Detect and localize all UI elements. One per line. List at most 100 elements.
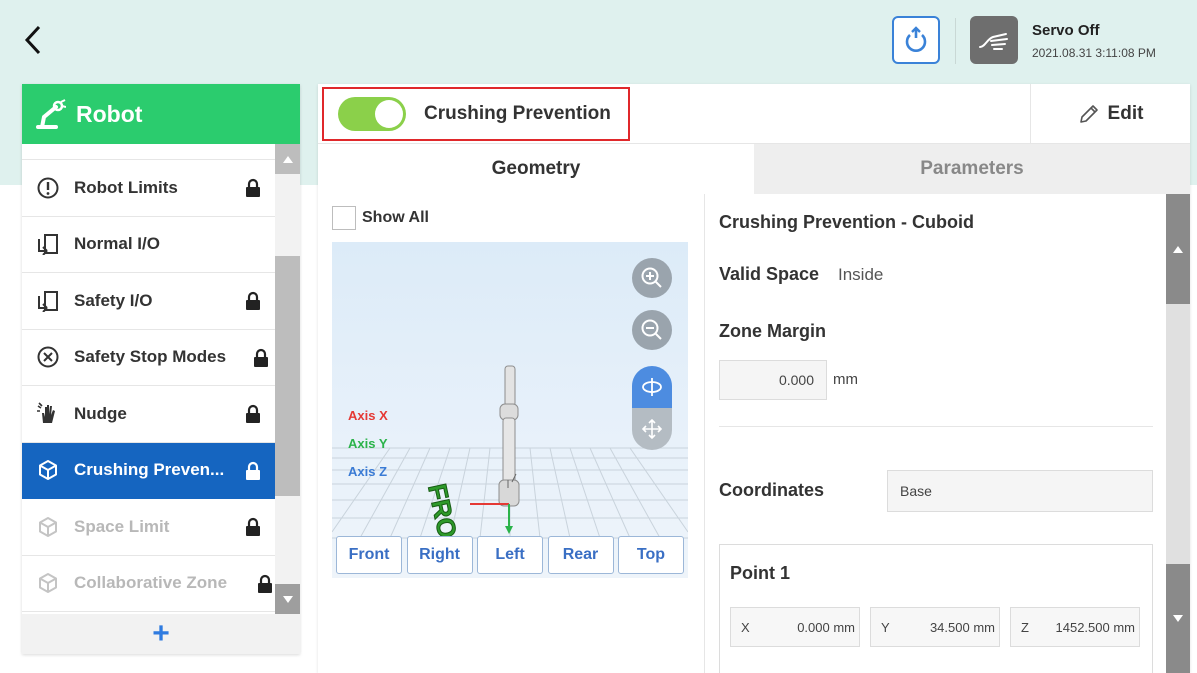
view-button-bar: Front Right Left Rear Top xyxy=(332,536,688,578)
refresh-icon xyxy=(905,26,927,52)
back-button[interactable] xyxy=(18,22,48,58)
point-card: Point 1 X 0.000 mm Y 34.500 mm Z 1452.50… xyxy=(719,544,1153,673)
arrow-up-icon xyxy=(282,155,293,163)
point-x-field[interactable]: X 0.000 mm xyxy=(730,607,860,647)
view-top-button[interactable]: Top xyxy=(618,536,684,574)
refresh-button[interactable] xyxy=(892,16,940,64)
stop-circle-icon xyxy=(36,345,60,369)
show-all-checkbox[interactable] xyxy=(332,206,356,230)
tab-geometry[interactable]: Geometry xyxy=(318,144,754,194)
feature-toggle-row: Crushing Prevention xyxy=(322,87,630,141)
cube-icon xyxy=(36,571,60,595)
sidebar-item-label: Safety Stop Modes xyxy=(74,347,227,367)
add-button[interactable]: + xyxy=(22,614,300,654)
scroll-down-button[interactable] xyxy=(1166,564,1190,673)
zone-title: Crushing Prevention - Cuboid xyxy=(719,212,974,232)
scroll-down-button[interactable] xyxy=(275,584,300,614)
arrow-up-icon xyxy=(1173,245,1183,253)
feature-toggle[interactable] xyxy=(338,97,406,131)
tab-parameters[interactable]: Parameters xyxy=(754,144,1190,194)
point-x-label: X xyxy=(741,620,750,635)
sidebar-item-nudge[interactable]: Nudge xyxy=(22,386,275,443)
sidebar-title: Robot xyxy=(76,100,143,127)
edit-label: Edit xyxy=(1107,103,1144,124)
sidebar-item-label: Space Limit xyxy=(74,516,170,536)
toolbar-divider xyxy=(955,18,956,64)
list-item xyxy=(22,144,275,160)
view-right-button[interactable]: Right xyxy=(406,536,473,574)
cube-icon xyxy=(36,515,60,539)
zone-margin-label: Zone Margin xyxy=(719,321,826,341)
valid-space-label: Valid Space xyxy=(719,264,820,284)
sidebar-item-safety-stop-modes[interactable]: Safety Stop Modes xyxy=(22,330,275,386)
robot-arm xyxy=(498,365,520,507)
show-all-label: Show All xyxy=(362,209,429,226)
rotate-mode-button[interactable] xyxy=(632,366,672,408)
coordinates-label: Coordinates xyxy=(719,480,825,500)
point-y-value: 34.500 mm xyxy=(929,620,995,635)
hand-icon xyxy=(36,402,60,426)
lock-icon xyxy=(254,348,268,367)
status-timestamp: 2021.08.31 3:11:08 PM xyxy=(1032,46,1156,60)
arrow-down-icon xyxy=(1173,615,1183,622)
sidebar-item-label: Crushing Preven... xyxy=(74,460,225,480)
zone-margin-field[interactable]: 0.000 xyxy=(719,360,827,400)
servo-button[interactable] xyxy=(970,16,1018,64)
sidebar-scrollbar[interactable] xyxy=(275,144,300,614)
rotate-icon xyxy=(642,378,662,396)
point-z-label: Z xyxy=(1021,620,1029,635)
pencil-icon xyxy=(1079,105,1098,123)
sidebar: Robot Robot Limits Normal I/O Safety I/O… xyxy=(22,84,300,654)
main-header: Crushing Prevention Edit xyxy=(318,84,1190,144)
io-icon xyxy=(36,289,60,313)
coordinates-select[interactable]: Base xyxy=(887,470,1153,512)
sidebar-item-label: Normal I/O xyxy=(74,234,160,254)
view-rear-button[interactable]: Rear xyxy=(547,536,614,574)
point-z-field[interactable]: Z 1452.500 mm xyxy=(1010,607,1140,647)
sidebar-item-label: Collaborative Zone xyxy=(74,573,228,593)
lock-icon xyxy=(246,461,260,480)
3d-viewport[interactable]: FRONT Axis X Axis Y Axis Z xyxy=(332,242,688,578)
sidebar-item-normal-io[interactable]: Normal I/O xyxy=(22,217,275,273)
scroll-up-button[interactable] xyxy=(1166,194,1190,304)
lock-icon xyxy=(246,404,260,423)
sidebar-item-label: Nudge xyxy=(74,403,127,423)
sidebar-item-safety-io[interactable]: Safety I/O xyxy=(22,273,275,330)
details-scrollbar[interactable] xyxy=(1166,194,1190,673)
point-z-value: 1452.500 mm xyxy=(1055,620,1136,635)
valid-space-value: Inside xyxy=(838,265,884,284)
zone-margin-unit: mm xyxy=(833,371,858,388)
zoom-out-button[interactable] xyxy=(632,310,672,350)
scroll-up-button[interactable] xyxy=(275,144,300,174)
plus-icon: + xyxy=(152,617,170,650)
hand-icon xyxy=(979,33,1008,50)
lock-icon xyxy=(246,291,260,310)
sidebar-list: Robot Limits Normal I/O Safety I/O Safet… xyxy=(22,160,275,612)
move-icon xyxy=(641,418,663,440)
details-panel: Crushing Prevention - Cuboid Valid Space… xyxy=(704,194,1190,673)
toggle-knob xyxy=(375,100,403,128)
view-front-button[interactable]: Front xyxy=(336,536,402,574)
cube-icon xyxy=(36,458,60,482)
zoom-out-icon xyxy=(641,319,662,340)
sidebar-item-collaborative-zone[interactable]: Collaborative Zone xyxy=(22,556,275,612)
sidebar-item-space-limit[interactable]: Space Limit xyxy=(22,499,275,556)
feature-label: Crushing Prevention xyxy=(424,103,611,124)
scroll-thumb[interactable] xyxy=(275,256,300,496)
point-y-field[interactable]: Y 34.500 mm xyxy=(870,607,1000,647)
sidebar-item-crushing-prevention[interactable]: Crushing Preven... xyxy=(22,442,275,499)
servo-status: Servo Off xyxy=(1032,22,1100,39)
pan-mode-button[interactable] xyxy=(632,408,672,450)
lock-icon xyxy=(258,574,272,593)
view-left-button[interactable]: Left xyxy=(477,536,543,574)
point-y-label: Y xyxy=(881,620,890,635)
edit-button[interactable]: Edit xyxy=(1030,84,1190,144)
divider xyxy=(719,426,1153,427)
arrow-down-icon xyxy=(282,595,293,603)
tab-bar: Geometry Parameters xyxy=(318,144,1190,194)
zoom-in-icon xyxy=(641,267,662,288)
sidebar-item-robot-limits[interactable]: Robot Limits xyxy=(22,160,275,217)
zoom-in-button[interactable] xyxy=(632,258,672,298)
show-all-toggle[interactable]: Show All xyxy=(332,206,429,230)
sidebar-item-label: Safety I/O xyxy=(74,290,153,310)
